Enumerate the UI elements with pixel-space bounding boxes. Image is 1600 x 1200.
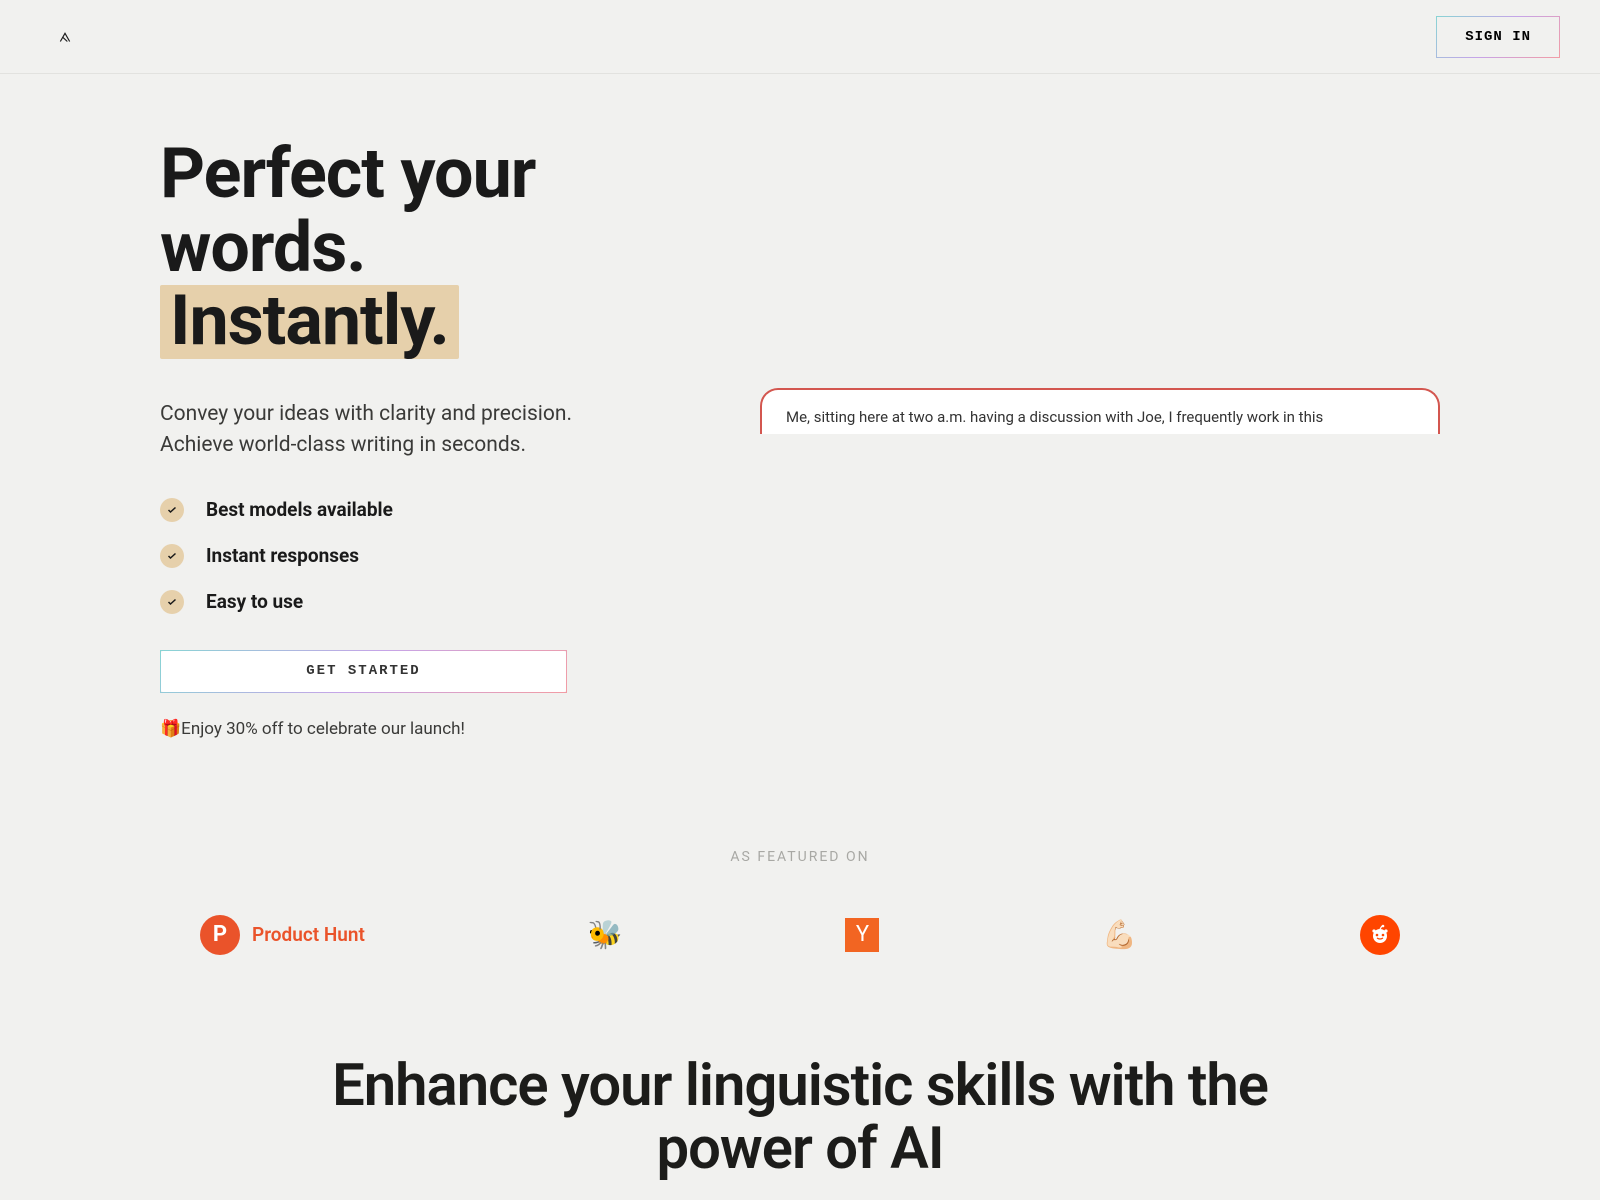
featured-logos: P Product Hunt 🐝 Y 💪🏻 — [0, 915, 1600, 955]
header: SIGN IN — [0, 0, 1600, 74]
hero-content: Perfect your words. Instantly. Convey yo… — [160, 138, 700, 739]
product-hunt-icon: P — [200, 915, 240, 955]
feature-item: Instant responses — [160, 544, 700, 568]
feature-label: Best models available — [206, 498, 393, 521]
yc-icon: Y — [845, 918, 879, 952]
preview-card: Me, sitting here at two a.m. having a di… — [760, 388, 1440, 434]
hero-title: Perfect your words. Instantly. — [160, 138, 700, 359]
featured-section: AS FEATURED ON P Product Hunt 🐝 Y 💪🏻 — [0, 849, 1600, 955]
hero-section: Perfect your words. Instantly. Convey yo… — [0, 74, 1600, 739]
hero-subtitle: Convey your ideas with clarity and preci… — [160, 399, 650, 462]
sign-in-button[interactable]: SIGN IN — [1436, 16, 1560, 58]
bee-logo[interactable]: 🐝 — [588, 918, 623, 951]
feature-list: Best models available Instant responses … — [160, 498, 700, 614]
reddit-icon — [1360, 915, 1400, 955]
check-icon — [160, 590, 184, 614]
product-hunt-label: Product Hunt — [252, 923, 365, 946]
arm-logo[interactable]: 💪🏻 — [1102, 918, 1137, 951]
feature-label: Easy to use — [206, 590, 303, 613]
section-heading: Enhance your linguistic skills with the … — [0, 1055, 1600, 1183]
check-icon — [160, 544, 184, 568]
preview-text: Me, sitting here at two a.m. having a di… — [786, 408, 1414, 426]
hero-preview: Me, sitting here at two a.m. having a di… — [760, 138, 1440, 739]
get-started-button[interactable]: GET STARTED — [160, 650, 567, 693]
product-hunt-logo[interactable]: P Product Hunt — [200, 915, 365, 955]
check-icon — [160, 498, 184, 522]
feature-item: Best models available — [160, 498, 700, 522]
hero-title-highlight: Instantly. — [160, 285, 459, 359]
feature-item: Easy to use — [160, 590, 700, 614]
promo-text: 🎁Enjoy 30% off to celebrate our launch! — [160, 719, 700, 739]
ycombinator-logo[interactable]: Y — [845, 918, 879, 952]
feature-label: Instant responses — [206, 544, 359, 567]
logo-icon — [58, 30, 72, 44]
hero-title-line1: Perfect your words. — [160, 133, 535, 289]
featured-label: AS FEATURED ON — [0, 849, 1600, 865]
reddit-logo[interactable] — [1360, 915, 1400, 955]
